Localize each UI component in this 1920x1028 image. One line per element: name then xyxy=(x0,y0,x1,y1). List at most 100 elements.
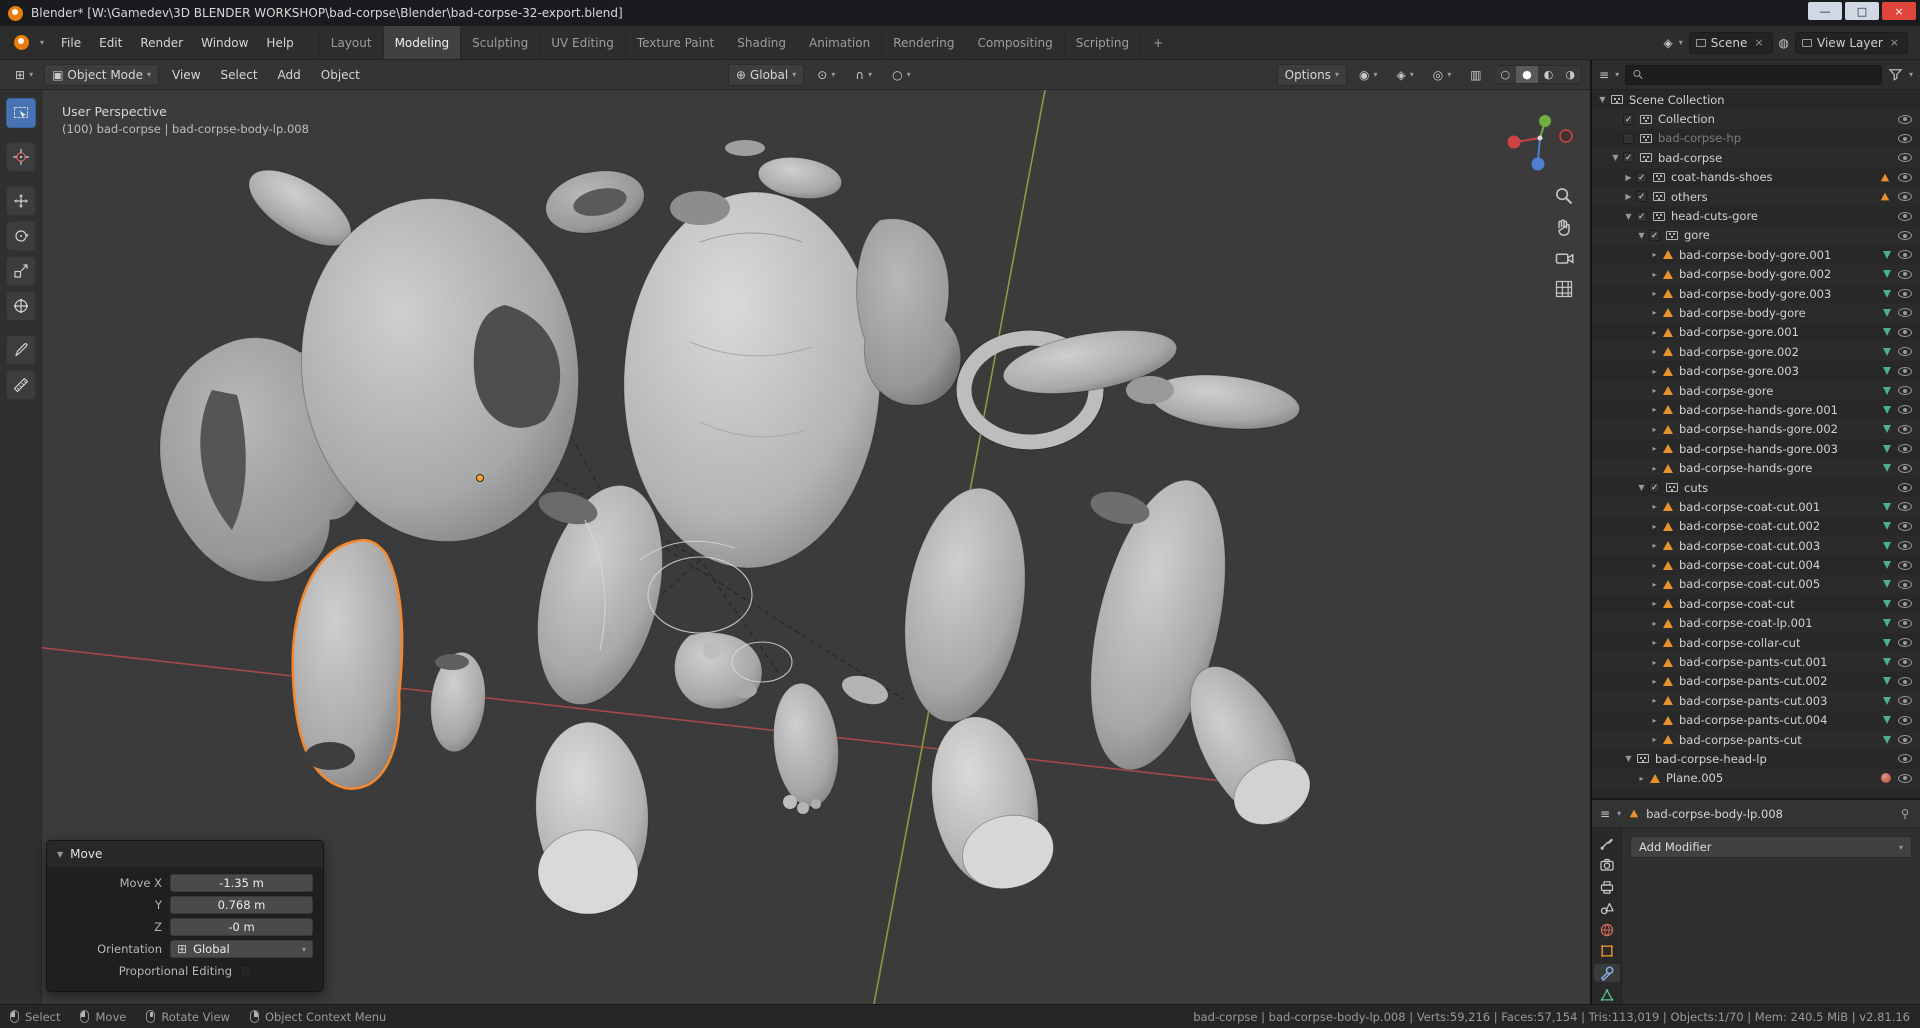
outliner-row[interactable]: ▸ bad-corpse-body-gore xyxy=(1592,303,1920,323)
hide-in-viewport-eye-icon[interactable] xyxy=(1898,308,1912,318)
expand-arrow-icon[interactable]: ▸ xyxy=(1648,522,1661,531)
properties-tab-render[interactable] xyxy=(1594,856,1620,875)
rotate-tool-button[interactable] xyxy=(5,221,36,251)
outliner-row[interactable]: ▶ ✓ coat-hands-shoes xyxy=(1592,168,1920,187)
xray-toggle[interactable]: ▥ xyxy=(1463,66,1488,84)
menu-edit[interactable]: Edit xyxy=(90,32,131,54)
expand-arrow-icon[interactable]: ▸ xyxy=(1648,386,1661,395)
hide-in-viewport-eye-icon[interactable] xyxy=(1898,463,1912,473)
properties-tab-object[interactable] xyxy=(1594,942,1620,961)
expand-arrow-icon[interactable]: ▸ xyxy=(1648,638,1661,647)
expand-arrow-icon[interactable]: ▶ xyxy=(1622,173,1635,182)
rendered-shading-button[interactable]: ◑ xyxy=(1559,66,1581,83)
hide-in-viewport-eye-icon[interactable] xyxy=(1898,696,1912,706)
hide-in-viewport-eye-icon[interactable] xyxy=(1898,483,1912,492)
hide-in-viewport-eye-icon[interactable] xyxy=(1898,638,1912,648)
hide-in-viewport-eye-icon[interactable] xyxy=(1898,773,1912,783)
hide-in-viewport-eye-icon[interactable] xyxy=(1898,289,1912,299)
hide-in-viewport-eye-icon[interactable] xyxy=(1898,735,1912,745)
expand-arrow-icon[interactable]: ▸ xyxy=(1648,270,1661,279)
hide-in-viewport-eye-icon[interactable] xyxy=(1898,230,1912,240)
outliner-row[interactable]: ▼ ✓ gore xyxy=(1592,225,1920,246)
menu-file[interactable]: File xyxy=(52,32,90,54)
hide-in-viewport-eye-icon[interactable] xyxy=(1898,541,1912,551)
chevron-down-icon[interactable]: ▾ xyxy=(1679,38,1683,47)
pivot-point-select[interactable]: ⊙ ▾ xyxy=(810,66,842,84)
cursor-tool-button[interactable] xyxy=(5,142,36,172)
outliner-row[interactable]: ▶ ✓ others xyxy=(1592,186,1920,207)
expand-arrow-icon[interactable]: ▸ xyxy=(1648,716,1661,725)
collection-checkbox[interactable]: ✓ xyxy=(1649,229,1660,241)
chevron-down-icon[interactable]: ▾ xyxy=(1617,809,1621,818)
ortho-grid-icon[interactable] xyxy=(1554,279,1574,299)
outliner-row[interactable]: ▸ bad-corpse-gore.003 xyxy=(1592,361,1920,380)
viewport-menu-select[interactable]: Select xyxy=(212,64,267,86)
hide-in-viewport-eye-icon[interactable] xyxy=(1898,172,1912,182)
workspace-tab-compositing[interactable]: Compositing xyxy=(966,26,1065,59)
proportional-editing-toggle[interactable]: ○ ▾ xyxy=(885,66,918,84)
outliner-row[interactable]: ▼ Scene Collection xyxy=(1592,90,1920,109)
properties-tab-world[interactable] xyxy=(1594,921,1620,940)
outliner-row[interactable]: ▸ bad-corpse-gore.002 xyxy=(1592,342,1920,362)
expand-arrow-icon[interactable]: ▸ xyxy=(1648,580,1661,589)
add-modifier-button[interactable]: Add Modifier ▾ xyxy=(1630,836,1912,858)
hide-in-viewport-eye-icon[interactable] xyxy=(1898,327,1912,337)
scene-selector[interactable]: Scene × xyxy=(1688,31,1773,54)
outliner-row[interactable]: ▸ bad-corpse-pants-cut.001 xyxy=(1592,652,1920,672)
expand-arrow-icon[interactable]: ▸ xyxy=(1648,464,1661,473)
expand-arrow-icon[interactable]: ▸ xyxy=(1648,347,1661,356)
expand-arrow-icon[interactable]: ▸ xyxy=(1648,405,1661,414)
expand-arrow-icon[interactable]: ▶ xyxy=(1622,192,1635,201)
expand-arrow-icon[interactable]: ▼ xyxy=(1635,231,1648,240)
properties-editor-icon[interactable]: ≡ xyxy=(1600,808,1610,820)
move-x-input[interactable]: -1.35 m xyxy=(170,874,313,892)
proportional-editing-checkbox[interactable] xyxy=(240,965,252,977)
editor-type-button[interactable]: ⊞ ▾ xyxy=(8,66,40,84)
expand-arrow-icon[interactable]: ▸ xyxy=(1635,774,1648,783)
workspace-tab-modeling[interactable]: Modeling xyxy=(383,26,462,59)
expand-arrow-icon[interactable]: ▸ xyxy=(1648,444,1661,453)
outliner-row[interactable]: ▸ bad-corpse-coat-cut.003 xyxy=(1592,535,1920,556)
outliner-row[interactable]: ▸ bad-corpse-coat-cut.002 xyxy=(1592,517,1920,536)
hide-in-viewport-eye-icon[interactable] xyxy=(1898,250,1912,260)
expand-arrow-icon[interactable]: ▸ xyxy=(1648,502,1661,511)
outliner-row[interactable]: ▸ bad-corpse-gore xyxy=(1592,380,1920,401)
collection-checkbox[interactable]: ✓ xyxy=(1649,482,1660,493)
viewport-menu-view[interactable]: View xyxy=(163,64,209,86)
outliner-row[interactable]: ▸ bad-corpse-hands-gore.002 xyxy=(1592,419,1920,440)
gizmos-toggle[interactable]: ◈ ▾ xyxy=(1389,66,1420,84)
wireframe-shading-button[interactable]: ○ xyxy=(1495,66,1517,83)
properties-tab-tool[interactable] xyxy=(1594,834,1620,853)
expand-arrow-icon[interactable]: ▸ xyxy=(1648,619,1661,628)
workspace-tab-shading[interactable]: Shading xyxy=(726,26,799,59)
hide-in-viewport-eye-icon[interactable] xyxy=(1898,444,1912,454)
menu-window[interactable]: Window xyxy=(192,32,257,54)
viewport-menu-object[interactable]: Object xyxy=(312,64,369,86)
navigation-gizmo[interactable] xyxy=(1502,100,1578,176)
expand-arrow-icon[interactable]: ▸ xyxy=(1648,599,1661,608)
collection-checkbox[interactable]: ✓ xyxy=(1636,191,1647,203)
move-y-input[interactable]: 0.768 m xyxy=(170,896,313,914)
outliner-row[interactable]: ▸ bad-corpse-pants-cut.003 xyxy=(1592,691,1920,711)
viewport-canvas[interactable]: User Perspective (100) bad-corpse | bad-… xyxy=(0,90,1590,1004)
outliner-search[interactable] xyxy=(1625,64,1882,85)
select-box-tool-button[interactable] xyxy=(5,98,36,128)
workspace-tab-layout[interactable]: Layout xyxy=(320,26,384,59)
close-button[interactable]: × xyxy=(1882,2,1916,20)
expand-arrow-icon[interactable]: ▼ xyxy=(1596,95,1609,104)
orientation-select[interactable]: ⊞ Global ▾ xyxy=(170,940,313,958)
hide-in-viewport-eye-icon[interactable] xyxy=(1898,269,1912,279)
workspace-tab-rendering[interactable]: Rendering xyxy=(882,26,967,59)
orientation-select[interactable]: ⊕ Global ▾ xyxy=(727,63,805,86)
chevron-down-icon[interactable]: ▾ xyxy=(1615,70,1619,79)
filter-funnel-icon[interactable] xyxy=(1888,67,1903,82)
view-layer-icon[interactable]: ◍ xyxy=(1779,37,1789,49)
collection-checkbox[interactable]: ✓ xyxy=(1636,171,1647,183)
outliner-row[interactable]: ▸ bad-corpse-hands-gore.001 xyxy=(1592,400,1920,419)
outliner-row[interactable]: ▸ bad-corpse-hands-gore xyxy=(1592,458,1920,478)
hide-in-viewport-eye-icon[interactable] xyxy=(1898,579,1912,589)
outliner-row[interactable]: ▸ bad-corpse-hands-gore.003 xyxy=(1592,439,1920,458)
expand-arrow-icon[interactable]: ▸ xyxy=(1648,328,1661,337)
mode-select[interactable]: ▣ Object Mode ▾ xyxy=(44,63,160,86)
expand-arrow-icon[interactable]: ▸ xyxy=(1648,561,1661,570)
